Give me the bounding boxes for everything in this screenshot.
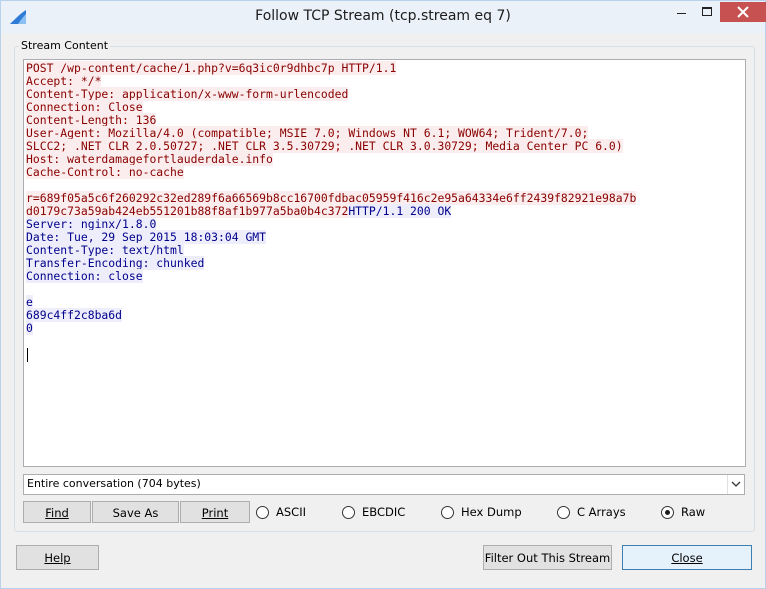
client-text: Host: waterdamagefortlauderdale.info — [26, 152, 273, 166]
client-text: Accept: */* — [26, 74, 102, 88]
window-close-button[interactable] — [720, 2, 766, 22]
stream-content-label: Stream Content — [19, 39, 111, 52]
stream-text-area[interactable]: POST /wp-content/cache/1.php?v=6q3ic0r9d… — [23, 59, 746, 467]
radio-raw-circle — [661, 506, 674, 519]
close-icon — [737, 6, 749, 18]
format-ebcdic-radio[interactable]: EBCDIC — [342, 504, 432, 522]
save-as-button[interactable]: Save As — [92, 501, 179, 523]
title-bar[interactable]: Follow TCP Stream (tcp.stream eq 7) — [1, 1, 766, 33]
client-text: Cache-Control: no-cache — [26, 165, 184, 179]
minimize-icon — [677, 13, 686, 14]
stream-line: Cache-Control: no-cache — [26, 165, 636, 179]
radio-hex-dump-circle — [441, 506, 454, 519]
radio-ascii-label: ASCII — [276, 505, 306, 519]
radio-ebcdic-circle — [342, 506, 355, 519]
minimize-button[interactable] — [668, 2, 694, 22]
server-text: 0 — [26, 321, 33, 335]
client-text: r=689f05a5c6f260292c32ed289f6a66569b8cc1… — [26, 191, 637, 205]
server-text: Transfer-Encoding: chunked — [26, 256, 205, 270]
radio-ascii-circle — [256, 506, 269, 519]
server-text: 689c4ff2c8ba6d — [26, 308, 123, 322]
server-text: Connection: close — [26, 269, 143, 283]
stream-line: Connection: close — [26, 269, 636, 283]
help-button-label: Help — [44, 551, 71, 565]
server-text: Server: nginx/1.8.0 — [26, 217, 157, 231]
server-text: Date: Tue, 29 Sep 2015 18:03:04 GMT — [26, 230, 267, 244]
filter-out-stream-label: Filter Out This Stream — [484, 551, 611, 565]
find-button[interactable]: Find — [23, 501, 91, 523]
radio-ebcdic-label: EBCDIC — [362, 505, 406, 519]
format-raw-radio[interactable]: Raw — [661, 504, 731, 522]
find-button-label: Find — [45, 506, 69, 520]
help-button[interactable]: Help — [16, 545, 99, 570]
filter-out-stream-button[interactable]: Filter Out This Stream — [483, 545, 612, 570]
print-button[interactable]: Print — [180, 501, 250, 523]
stream-line: ​ — [26, 283, 636, 296]
client-text: Content-Length: 136 — [26, 113, 157, 127]
close-button-label: Close — [671, 551, 703, 565]
maximize-button[interactable] — [694, 2, 720, 22]
maximize-icon — [702, 7, 712, 16]
chevron-down-icon[interactable] — [727, 475, 744, 494]
follow-tcp-stream-window: Follow TCP Stream (tcp.stream eq 7) Stre… — [0, 0, 766, 589]
window-title: Follow TCP Stream (tcp.stream eq 7) — [255, 8, 511, 24]
stream-line: 0 — [26, 321, 636, 335]
save-as-button-label: Save As — [112, 506, 159, 520]
client-text: Connection: Close — [26, 100, 143, 114]
client-text: User-Agent: Mozilla/4.0 (compatible; MSI… — [26, 126, 589, 140]
client-text: d0179c73a59ab424eb551201b88f8af1b977a5ba… — [26, 204, 349, 218]
stream-text: POST /wp-content/cache/1.php?v=6q3ic0r9d… — [26, 61, 637, 335]
stream-line: 689c4ff2c8ba6d — [26, 308, 636, 322]
radio-c-arrays-circle — [557, 506, 570, 519]
client-text: POST /wp-content/cache/1.php?v=6q3ic0r9d… — [26, 61, 397, 75]
close-button[interactable]: Close — [622, 545, 752, 570]
radio-c-arrays-label: C Arrays — [577, 505, 626, 519]
client-text: Content-Type: application/x-www-form-url… — [26, 87, 349, 101]
conversation-select-value: Entire conversation (704 bytes) — [27, 477, 201, 490]
radio-hex-dump-label: Hex Dump — [461, 505, 522, 519]
stream-line: POST /wp-content/cache/1.php?v=6q3ic0r9d… — [26, 61, 636, 75]
client-text: SLCC2; .NET CLR 2.0.50727; .NET CLR 3.5.… — [26, 139, 623, 153]
conversation-select[interactable]: Entire conversation (704 bytes) — [23, 474, 745, 495]
format-ascii-radio[interactable]: ASCII — [256, 504, 336, 522]
server-text: HTTP/1.1 200 OK — [348, 204, 452, 218]
format-c-arrays-radio[interactable]: C Arrays — [557, 504, 647, 522]
print-button-label: Print — [201, 506, 229, 520]
text-caret — [27, 348, 28, 362]
server-text: e — [26, 295, 33, 309]
radio-raw-label: Raw — [681, 505, 706, 519]
server-text: Content-Type: text/html — [26, 243, 184, 257]
format-hex-dump-radio[interactable]: Hex Dump — [441, 504, 541, 522]
